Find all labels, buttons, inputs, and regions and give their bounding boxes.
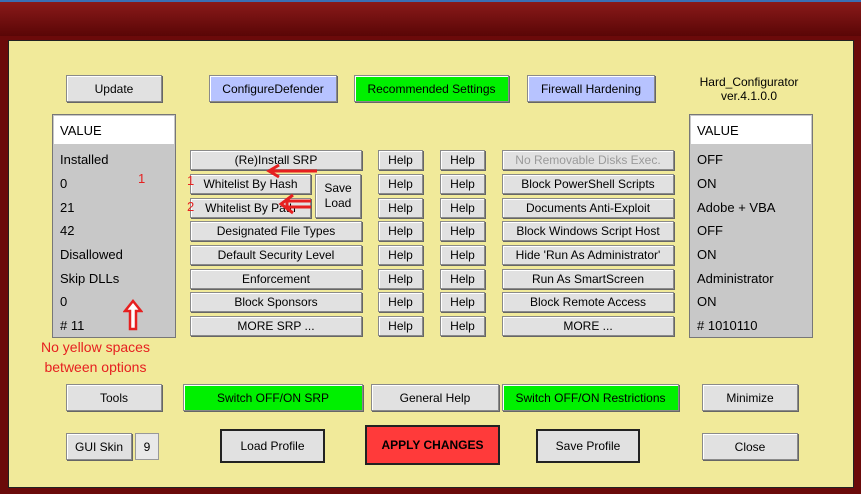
left-value-7: # 11 (60, 318, 85, 333)
help-button-srp-8[interactable]: Help (378, 316, 423, 336)
left-value-panel: VALUE Installed 0 21 42 Disallowed Skip … (52, 114, 176, 338)
help-button-restr-7[interactable]: Help (440, 292, 485, 312)
right-value-5: Administrator (697, 271, 774, 286)
gui-skin-button[interactable]: GUI Skin (66, 433, 132, 460)
enforcement-button[interactable]: Enforcement (190, 269, 362, 289)
right-value-1: ON (697, 176, 717, 191)
help-button-restr-4[interactable]: Help (440, 221, 485, 241)
help-button-srp-4[interactable]: Help (378, 221, 423, 241)
more-restrictions-button[interactable]: MORE ... (502, 316, 674, 336)
general-help-button[interactable]: General Help (371, 384, 499, 411)
right-value-3: OFF (697, 223, 723, 238)
right-value-panel: VALUE OFF ON Adobe + VBA OFF ON Administ… (689, 114, 813, 338)
right-value-2: Adobe + VBA (697, 200, 776, 215)
left-value-6: 0 (60, 294, 68, 309)
annotation-up-arrow-icon (123, 299, 143, 331)
left-value-3: 42 (60, 223, 75, 238)
annotation-number-2-path: 2 (187, 199, 195, 214)
save-profile-button[interactable]: Save Profile (536, 429, 640, 463)
app-name: Hard_Configurator (699, 75, 799, 89)
annotation-note: No yellow spaces between options (41, 337, 150, 377)
minimize-button[interactable]: Minimize (702, 384, 798, 411)
annotation-number-1-hash: 1 (187, 173, 195, 188)
block-windows-script-host-button[interactable]: Block Windows Script Host (502, 221, 674, 241)
help-button-srp-1[interactable]: Help (378, 150, 423, 170)
app-version: ver.4.1.0.0 (720, 89, 778, 103)
right-value-0: OFF (697, 152, 723, 167)
close-button[interactable]: Close (702, 433, 798, 460)
update-button[interactable]: Update (66, 75, 162, 102)
tools-button[interactable]: Tools (66, 384, 162, 411)
window-titlebar[interactable] (0, 0, 861, 36)
gui-skin-value: 9 (135, 433, 159, 460)
default-security-level-button[interactable]: Default Security Level (190, 245, 362, 265)
annotation-number-1-panel: 1 (138, 171, 146, 186)
help-button-restr-3[interactable]: Help (440, 198, 485, 218)
help-button-restr-2[interactable]: Help (440, 174, 485, 194)
left-value-2: 21 (60, 200, 75, 215)
left-value-0: Installed (60, 152, 109, 167)
right-value-4: ON (697, 247, 717, 262)
annotation-note-line1: No yellow spaces (41, 339, 150, 355)
help-button-restr-1[interactable]: Help (440, 150, 485, 170)
load-profile-button[interactable]: Load Profile (220, 429, 325, 463)
help-button-restr-5[interactable]: Help (440, 245, 485, 265)
block-sponsors-button[interactable]: Block Sponsors (190, 292, 362, 312)
right-value-7: # 1010110 (697, 318, 758, 333)
hide-run-as-administrator-button[interactable]: Hide 'Run As Administrator' (502, 245, 674, 265)
help-button-srp-2[interactable]: Help (378, 174, 423, 194)
help-button-srp-3[interactable]: Help (378, 198, 423, 218)
recommended-settings-button[interactable]: Recommended Settings (354, 75, 509, 102)
apply-changes-button[interactable]: APPLY CHANGES (365, 425, 500, 465)
left-value-5: Skip DLLs (60, 271, 120, 286)
switch-restrictions-button[interactable]: Switch OFF/ON Restrictions (502, 384, 679, 411)
app-info: Hard_Configurator ver.4.1.0.0 (689, 75, 809, 103)
documents-anti-exploit-button[interactable]: Documents Anti-Exploit (502, 198, 674, 218)
more-srp-button[interactable]: MORE SRP ... (190, 316, 362, 336)
help-button-restr-8[interactable]: Help (440, 316, 485, 336)
help-button-restr-6[interactable]: Help (440, 269, 485, 289)
left-value-4: Disallowed (60, 247, 123, 262)
left-value-1: 0 (60, 176, 68, 191)
switch-srp-button[interactable]: Switch OFF/ON SRP (183, 384, 363, 411)
firewall-hardening-button[interactable]: Firewall Hardening (527, 75, 655, 102)
help-button-srp-7[interactable]: Help (378, 292, 423, 312)
annotation-note-line2: between options (44, 359, 147, 375)
block-remote-access-button[interactable]: Block Remote Access (502, 292, 674, 312)
run-as-smartscreen-button[interactable]: Run As SmartScreen (502, 269, 674, 289)
right-panel-header: VALUE (691, 116, 811, 144)
right-value-6: ON (697, 294, 717, 309)
help-button-srp-6[interactable]: Help (378, 269, 423, 289)
block-powershell-scripts-button[interactable]: Block PowerShell Scripts (502, 174, 674, 194)
help-button-srp-5[interactable]: Help (378, 245, 423, 265)
left-panel-header: VALUE (54, 116, 174, 144)
configure-defender-button[interactable]: ConfigureDefender (209, 75, 337, 102)
no-removable-disks-exec-button[interactable]: No Removable Disks Exec. (502, 150, 674, 170)
main-window: Update ConfigureDefender Recommended Set… (8, 40, 854, 488)
annotation-arrows-icon (266, 163, 317, 215)
